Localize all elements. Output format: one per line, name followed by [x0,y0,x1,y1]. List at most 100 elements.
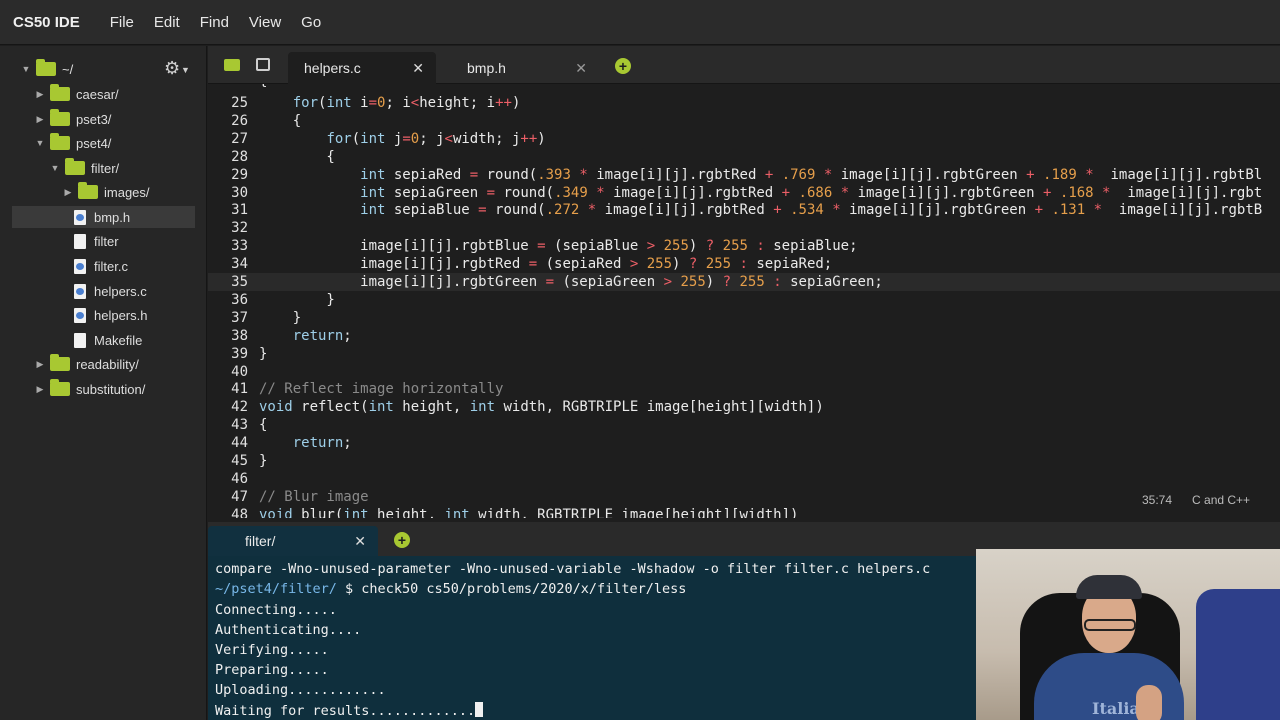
code-line[interactable]: 29 int sepiaRed = round(.393 * image[i][… [208,166,1280,184]
code-line[interactable]: 41 // Reflect image horizontally [208,380,1280,398]
code-text: for(int i=0; i<height; i++) [292,95,521,111]
code-line[interactable]: 37 } [208,309,1280,327]
folder-icon [50,84,70,101]
chevron-right-icon[interactable]: ▶ [34,384,46,395]
chevron-down-icon[interactable]: ▼ [49,163,61,173]
folder-icon[interactable] [224,59,240,71]
tree-root[interactable]: ▼ ~/ [20,58,73,80]
code-line[interactable]: 46 [208,470,1280,488]
line-number: 48 [231,506,248,518]
tree-item-filter-c[interactable]: filter.c [74,255,128,277]
code-text: { [259,112,302,129]
code-line[interactable]: 34 image[i][j].rgbtRed = (sepiaRed > 255… [208,255,1280,273]
close-icon[interactable]: ✕ [354,526,366,556]
code-line[interactable]: 35 image[i][j].rgbtGreen = (sepiaGreen >… [208,273,1280,291]
code-line[interactable]: 25 for(int i=0; i<height; i++) [208,94,1280,112]
tree-item-label: bmp.h [94,209,131,225]
outline-icon[interactable] [256,58,270,71]
close-icon[interactable]: ✕ [575,60,587,77]
menu-find[interactable]: Find [200,14,229,31]
tree-item-caesar[interactable]: ▶ caesar/ [34,83,119,105]
chevron-right-icon[interactable]: ▶ [34,114,46,125]
code-line[interactable]: 28 { [208,148,1280,166]
line-number: 47 [231,488,248,505]
tab-bmp-h[interactable]: bmp.h ✕ [451,52,599,84]
line-number: 39 [231,345,248,362]
tree-item-bmp-h[interactable]: bmp.h [12,206,195,228]
chevron-right-icon[interactable]: ▶ [34,359,46,370]
chevron-right-icon[interactable]: ▶ [34,89,46,100]
code-line[interactable]: 42 void reflect(int height, int width, RG… [208,398,1280,416]
code-line[interactable]: 32 [208,219,1280,237]
file-tree: ▼ ~/ ⚙ ▼ ▶ caesar/ ▶ pset3/ ▼ pset4/ ▼ filter… [0,46,207,720]
new-tab-plus-icon[interactable]: + [615,58,631,74]
code-line[interactable]: 47 // Blur image [208,488,1280,506]
code-text: return; [292,435,352,452]
code-line[interactable]: 36 } [208,291,1280,309]
code-line[interactable]: 48 void blur(int height, int width, RGBTR… [208,506,1280,518]
code-text: { [259,148,335,165]
code-text: } [259,309,302,326]
folder-icon [65,158,85,175]
chevron-down-icon: ▼ [181,65,190,75]
code-line[interactable]: 38 return; [208,327,1280,345]
code-line[interactable]: 27 for(int j=0; j<width; j++) [208,130,1280,148]
close-icon[interactable]: ✕ [412,60,424,77]
terminal-cursor [475,702,484,717]
menu-view[interactable]: View [249,14,281,31]
code-line[interactable]: 31 int sepiaBlue = round(.272 * image[i]… [208,201,1280,219]
menu-go[interactable]: Go [301,14,321,31]
code-line[interactable]: 43 { [208,416,1280,434]
gear-icon[interactable]: ⚙ ▼ [164,58,192,80]
terminal-line: compare -Wno-unused-parameter -Wno-unuse… [215,561,931,577]
partial-line: { [259,84,267,89]
file-icon [74,233,86,249]
code-editor[interactable]: 25 for(int i=0; i<height; i++) 26 {27 for… [208,84,1280,518]
code-line[interactable]: 26 { [208,112,1280,130]
code-text: image[i][j].rgbtGreen = (sepiaGreen > 25… [259,274,883,290]
tree-item-filter-folder[interactable]: ▼ filter/ [49,157,119,179]
tree-item-pset4[interactable]: ▼ pset4/ [34,132,111,154]
code-text: int sepiaGreen = round(.349 * image[i][j… [360,184,1263,201]
tree-item-label: filter/ [91,160,120,176]
tree-item-substitution[interactable]: ▶ substitution/ [34,378,145,400]
line-number: 37 [231,309,248,326]
line-number: 26 [231,112,248,129]
code-text: } [259,345,268,362]
tab-helpers-c[interactable]: helpers.c ✕ [288,52,436,84]
chevron-down-icon[interactable]: ▼ [20,64,32,74]
editor-tab-bar: helpers.c ✕ bmp.h ✕ + [208,46,1280,84]
code-line[interactable]: 30 int sepiaGreen = round(.349 * image[i… [208,184,1280,202]
tree-item-images[interactable]: ▶ images/ [62,181,150,203]
menu-file[interactable]: File [110,14,134,31]
tree-item-label: pset3/ [76,111,112,127]
tree-item-pset3[interactable]: ▶ pset3/ [34,108,111,130]
code-line[interactable]: 39} [208,345,1280,363]
new-terminal-plus-icon[interactable]: + [394,532,410,548]
tab-terminal-filter[interactable]: filter/ ✕ [208,526,378,556]
code-line[interactable]: 45} [208,452,1280,470]
file-icon [74,332,86,348]
tree-item-filter[interactable]: filter [74,230,119,252]
tree-item-helpers-h[interactable]: helpers.h [74,304,147,326]
code-text: for(int j=0; j<width; j++) [326,130,546,147]
line-number: 41 [231,381,248,398]
code-line[interactable]: 33 image[i][j].rgbtBlue = (sepiaBlue > 2… [208,237,1280,255]
code-line[interactable]: 40 [208,363,1280,381]
tree-item-makefile[interactable]: Makefile [74,329,142,351]
app-brand[interactable]: CS50 IDE [13,14,80,31]
tree-item-helpers-c[interactable]: helpers.c [74,280,147,302]
code-text: { [259,417,268,434]
chevron-down-icon[interactable]: ▼ [34,138,46,148]
tab-label: helpers.c [304,60,361,76]
chevron-right-icon[interactable]: ▶ [62,187,74,198]
terminal-line: Verifying..... [215,642,329,658]
terminal-tab-label: filter/ [245,533,276,549]
shirt-text: Italia [1092,699,1140,718]
tree-item-readability[interactable]: ▶ readability/ [34,353,139,375]
code-line[interactable]: 44 return; [208,434,1280,452]
language-mode[interactable]: C and C++ [1192,493,1250,511]
presenter-cap [1076,575,1142,599]
menu-edit[interactable]: Edit [154,14,180,31]
cursor-position[interactable]: 35:74 [1142,493,1172,511]
